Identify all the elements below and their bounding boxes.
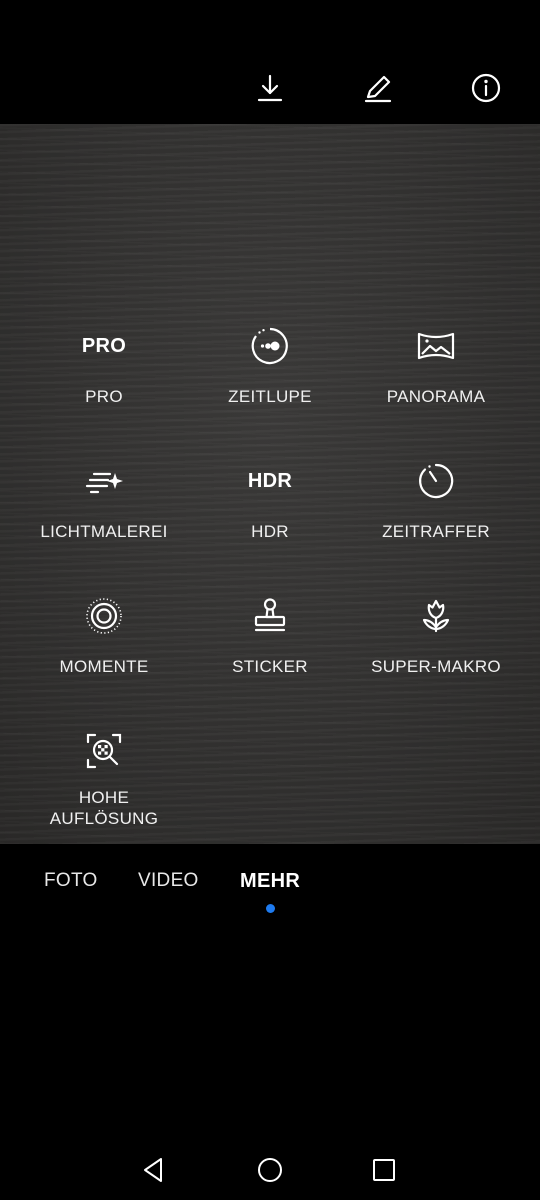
active-tab-indicator [266,904,275,913]
recents-button[interactable] [364,1150,404,1190]
mode-label: PRO [85,387,123,406]
hdr-text-icon: HDR [247,469,293,492]
mode-label: ZEITLUPE [228,387,312,406]
mode-zeitraffer[interactable]: ZEITRAFFER [346,459,526,542]
mode-momente[interactable]: MOMENTE [14,594,194,677]
mode-tab-bar: FOTO VIDEO MEHR [0,870,540,900]
edit-button[interactable] [360,70,396,106]
back-triangle-icon [144,1158,162,1182]
panorama-icon [417,332,455,360]
mode-label: STICKER [232,657,308,676]
pro-text-icon: PRO [81,334,127,357]
back-button[interactable] [134,1150,174,1190]
download-button[interactable] [252,70,288,106]
mode-label: ZEITRAFFER [382,522,490,541]
camera-viewfinder: PRO PRO ZEITLUPE PANORAMA LICHTMALEREI H… [0,124,540,844]
sticker-stamp-icon [254,598,286,632]
home-button[interactable] [250,1150,290,1190]
info-button[interactable] [468,70,504,106]
download-icon [257,74,283,102]
tab-mehr[interactable]: MEHR [240,870,300,893]
mode-label: HDR [251,522,289,541]
mode-hohe-aufloesung[interactable]: HOHE AUFLÖSUNG [14,729,194,829]
light-painting-icon [85,472,123,494]
mode-label-line: AUFLÖSUNG [49,809,159,828]
tab-video[interactable]: VIDEO [138,870,199,892]
mode-label: PANORAMA [386,387,486,406]
macro-flower-icon [422,599,450,633]
mode-label-line: HOHE [78,788,130,807]
recents-square-icon [373,1159,395,1181]
mode-zeitlupe[interactable]: ZEITLUPE [180,324,360,407]
top-toolbar [0,0,540,124]
tab-foto[interactable]: FOTO [44,870,98,892]
moments-icon [86,598,122,634]
mode-lichtmalerei[interactable]: LICHTMALEREI [14,459,194,542]
timelapse-icon [419,463,454,499]
info-icon [471,73,501,103]
high-resolution-icon [86,733,122,769]
mode-super-makro[interactable]: SUPER-MAKRO [346,594,526,677]
mode-sticker[interactable]: STICKER [180,594,360,677]
slow-motion-icon [251,327,288,365]
mode-hdr[interactable]: HDR HDR [180,459,360,542]
mode-label: LICHTMALEREI [40,522,168,541]
home-circle-icon [258,1158,282,1182]
edit-pencil-icon [364,75,392,103]
mode-label: HOHE AUFLÖSUNG [50,787,159,829]
mode-label: MOMENTE [59,657,149,676]
mode-panorama[interactable]: PANORAMA [346,324,526,407]
mode-label: SUPER-MAKRO [371,657,501,676]
system-navigation-bar [0,1150,540,1194]
mode-pro[interactable]: PRO PRO [14,324,194,407]
